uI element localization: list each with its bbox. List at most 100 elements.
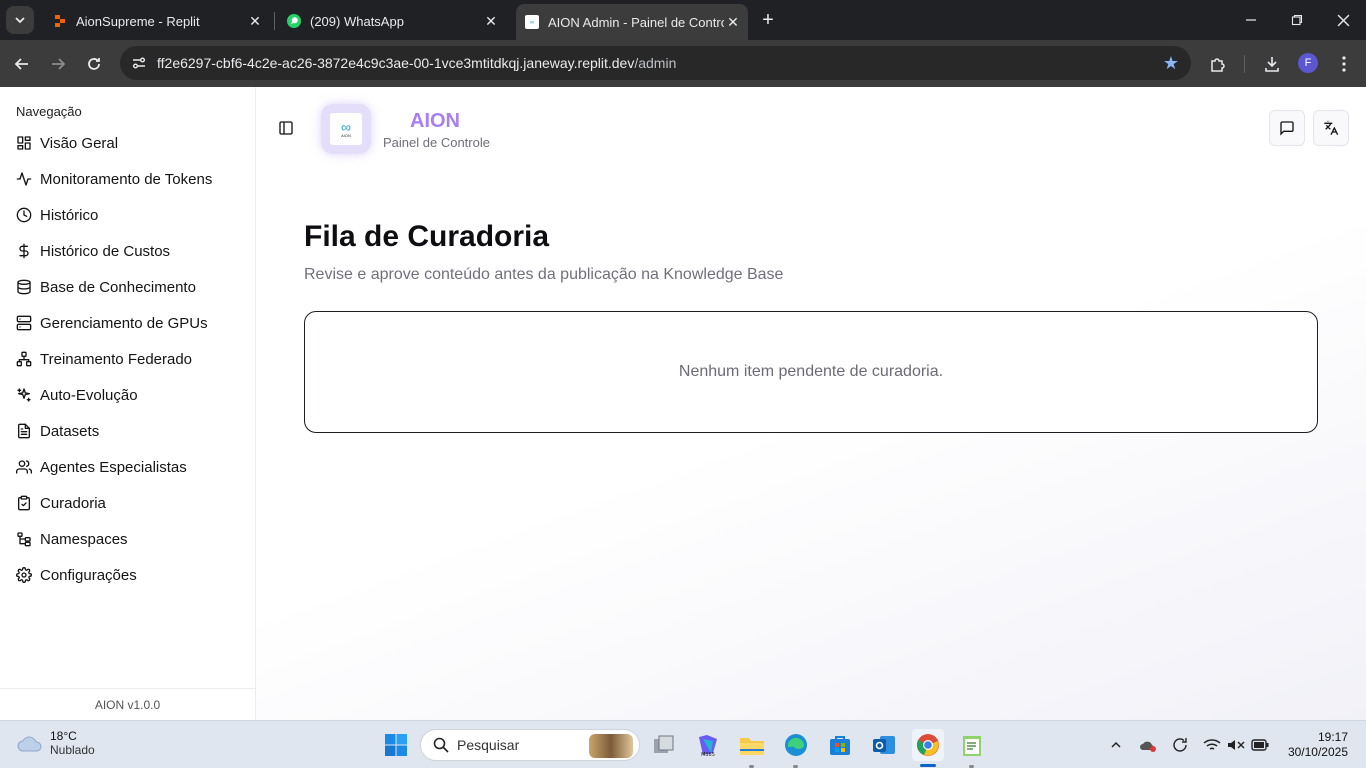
close-icon[interactable]: ✕ [482,12,500,30]
volume-tray[interactable] [1226,735,1246,755]
sidebar-item-label: Treinamento Federado [40,350,193,368]
database-icon [17,279,31,295]
sidebar-item-visao-geral[interactable]: Visão Geral [16,131,118,155]
sidebar-item-configuracoes[interactable]: Configurações [16,563,137,587]
bookmark-star-icon[interactable]: ★ [1163,53,1179,74]
browser-tab[interactable]: (209) WhatsApp ✕ [278,6,506,36]
close-window-button[interactable] [1320,0,1366,40]
reload-icon [88,58,100,70]
infinity-icon: ∞ [341,118,351,135]
dollar-icon [19,243,29,259]
downloads-button[interactable] [1258,50,1286,78]
forward-button[interactable] [44,50,72,78]
address-bar[interactable]: ff2e6297-cbf6-4c2e-ac26-3872e4c9c3ae-00-… [120,46,1191,80]
chevron-down-icon [15,17,25,24]
tab-separator [274,12,275,30]
start-button[interactable] [380,729,412,761]
tab-title: (209) WhatsApp [310,13,404,29]
sidebar-item-datasets[interactable]: Datasets [16,419,99,443]
sidebar-item-base-conhecimento[interactable]: Base de Conhecimento [16,275,196,299]
taskbar: 18°C Nublado Pesquisar M365 19:17 30/10/… [0,720,1366,768]
outlook-icon [873,736,895,754]
sidebar-item-label: Auto-Evolução [40,386,138,404]
sidebar-item-curadoria[interactable]: Curadoria [16,491,106,515]
sync-tray[interactable] [1170,735,1190,755]
network-icon [16,351,32,367]
replit-icon [52,13,68,29]
site-settings-icon[interactable] [130,54,148,72]
chevron-up-icon [1111,741,1121,748]
sidebar-item-namespaces[interactable]: Namespaces [16,527,128,551]
sidebar-item-label: Base de Conhecimento [40,278,196,296]
notepad-icon [963,736,981,756]
taskbar-search[interactable]: Pesquisar [420,729,640,761]
profile-avatar[interactable]: F [1298,53,1318,73]
edge-app[interactable] [780,729,812,761]
search-icon [433,737,449,753]
close-icon [1337,14,1349,26]
browser-tab[interactable]: AionSupreme - Replit ✕ [44,6,270,36]
chrome-app[interactable] [912,729,944,761]
close-icon[interactable]: ✕ [724,13,742,31]
battery-icon [1251,739,1269,751]
cloud-icon [17,736,42,752]
sidebar-item-auto-evolucao[interactable]: Auto-Evolução [16,383,138,407]
sidebar-item-treinamento-federado[interactable]: Treinamento Federado [16,347,192,371]
extensions-button[interactable] [1204,50,1232,78]
menu-button[interactable] [1330,50,1358,78]
language-button[interactable] [1313,110,1349,146]
logo-image: ∞ AION [330,113,362,145]
sidebar-item-label: Visão Geral [40,134,119,152]
sidebar-item-label: Datasets [40,422,100,440]
notepad-app[interactable] [956,729,988,761]
browser-tab-active[interactable]: ∞ AION Admin - Painel de Controle ✕ [516,4,748,40]
restore-button[interactable] [1274,0,1320,40]
curation-queue-card: Nenhum item pendente de curadoria. [304,311,1318,433]
sidebar-item-gerenciamento-gpus[interactable]: Gerenciamento de GPUs [16,311,208,335]
url-path: /admin [634,55,677,71]
app-logo: ∞ AION [321,104,371,154]
show-hidden-icons-button[interactable] [1106,735,1126,755]
arrow-left-icon [14,58,28,70]
sidebar-item-label: Namespaces [40,530,128,548]
minimize-icon [1246,19,1256,21]
minimize-button[interactable] [1228,0,1274,40]
tree-icon [17,532,31,547]
chat-button[interactable] [1269,110,1305,146]
weather-widget[interactable]: 18°C Nublado [16,729,95,757]
file-explorer-app[interactable] [736,729,768,761]
sparkles-icon [17,388,31,402]
battery-tray[interactable] [1250,735,1270,755]
file-text-icon [18,423,30,439]
task-view-button[interactable] [648,729,680,761]
kebab-menu-icon [1342,56,1346,72]
tab-title: AION Admin - Painel de Controle [548,14,724,30]
tab-search-button[interactable] [6,6,34,34]
aion-favicon-icon: ∞ [524,14,540,30]
sidebar-item-agentes-especialistas[interactable]: Agentes Especialistas [16,455,187,479]
sidebar-item-historico-custos[interactable]: Histórico de Custos [16,239,170,263]
close-icon[interactable]: ✕ [246,12,264,30]
plus-icon: + [762,8,774,31]
sidebar-item-monitoramento-tokens[interactable]: Monitoramento de Tokens [16,167,212,191]
sidebar-item-label: Curadoria [40,494,106,512]
brand-subtitle: Painel de Controle [383,135,490,150]
sidebar-item-label: Histórico [40,206,99,224]
store-app[interactable] [824,729,856,761]
active-app-indicator [920,764,936,767]
tab-title: AionSupreme - Replit [76,13,200,29]
outlook-app[interactable] [868,729,900,761]
wifi-icon [1203,739,1221,750]
wifi-tray[interactable] [1202,735,1222,755]
sidebar-item-historico[interactable]: Histórico [16,203,98,227]
new-tab-button[interactable]: + [756,8,780,32]
reload-button[interactable] [80,50,108,78]
system-clock[interactable]: 19:17 30/10/2025 [1288,730,1348,760]
users-icon [16,460,32,474]
page-title: Fila de Curadoria [304,220,550,253]
back-button[interactable] [8,50,36,78]
sidebar-toggle-button[interactable] [278,120,296,138]
gear-icon [16,567,32,583]
onedrive-tray[interactable] [1138,735,1158,755]
m365-app[interactable]: M365 [692,729,724,761]
